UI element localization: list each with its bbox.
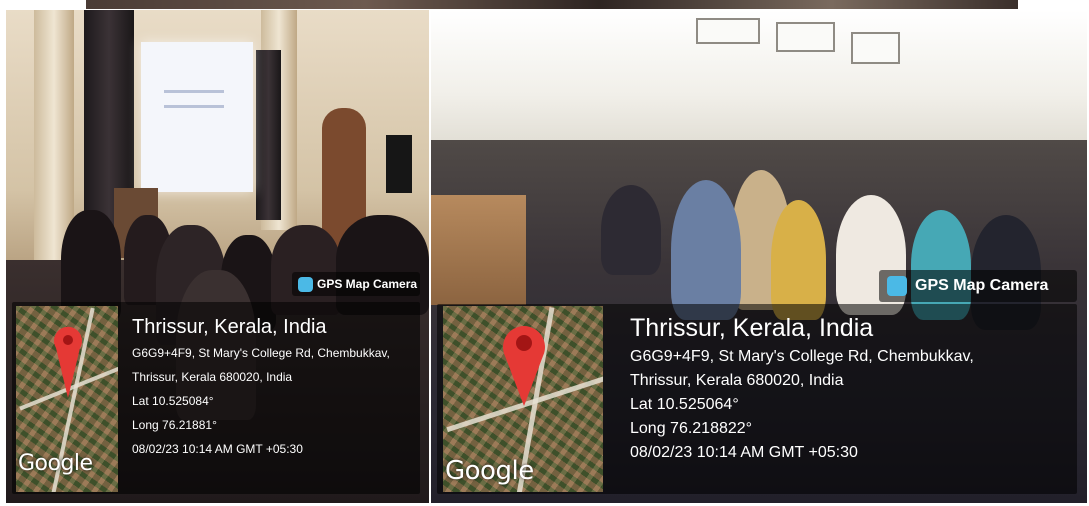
longitude: Long 76.21881° [132, 418, 217, 432]
latitude: Lat 10.525064° [630, 396, 739, 413]
latitude: Lat 10.525084° [132, 394, 214, 408]
longitude: Long 76.218822° [630, 420, 753, 437]
window [776, 22, 835, 52]
audience-member [671, 180, 741, 320]
address-line-1: G6G9+4F9, St Mary's College Rd, Chembukk… [132, 346, 390, 360]
stage-curtain [256, 50, 281, 220]
map-thumbnail: Google [16, 306, 118, 492]
gps-camera-icon [887, 276, 907, 296]
photo-left: GPS Map Camera Google Thrissur, Kerala, … [6, 10, 429, 503]
address-line-1: G6G9+4F9, St Mary's College Rd, Chembukk… [630, 348, 974, 365]
google-watermark: Google [18, 451, 93, 476]
projector-screen-text [164, 90, 224, 108]
location-info: Thrissur, Kerala, India G6G9+4F9, St Mar… [132, 315, 390, 461]
map-pin-icon [54, 326, 82, 398]
app-label: GPS Map Camera [915, 277, 1049, 294]
address-line-2: Thrissur, Kerala 680020, India [132, 370, 293, 384]
window [851, 32, 900, 64]
datetime: 08/02/23 10:14 AM GMT +05:30 [630, 444, 858, 461]
google-watermark: Google [445, 456, 534, 486]
app-label-badge: GPS Map Camera [879, 270, 1077, 302]
gps-camera-icon [298, 276, 313, 292]
wooden-stage [431, 195, 526, 305]
audience-member [336, 215, 429, 315]
audience-member [771, 200, 826, 320]
location-title: Thrissur, Kerala, India [132, 316, 327, 338]
speaker [386, 135, 412, 193]
app-label-badge: GPS Map Camera [292, 272, 420, 296]
location-info: Thrissur, Kerala, India G6G9+4F9, St Mar… [630, 313, 974, 465]
window [696, 18, 760, 44]
map-pin-icon [503, 326, 545, 406]
top-photo-strip [86, 0, 1018, 9]
app-label: GPS Map Camera [317, 277, 418, 291]
projector-screen [141, 42, 253, 192]
map-thumbnail: Google [443, 306, 603, 492]
address-line-2: Thrissur, Kerala 680020, India [630, 372, 844, 389]
photo-right: GPS Map Camera Google Thrissur, Kerala, … [431, 10, 1087, 503]
pillar [34, 10, 74, 260]
datetime: 08/02/23 10:14 AM GMT +05:30 [132, 442, 303, 456]
audience-member [601, 185, 661, 275]
location-title: Thrissur, Kerala, India [630, 314, 874, 342]
